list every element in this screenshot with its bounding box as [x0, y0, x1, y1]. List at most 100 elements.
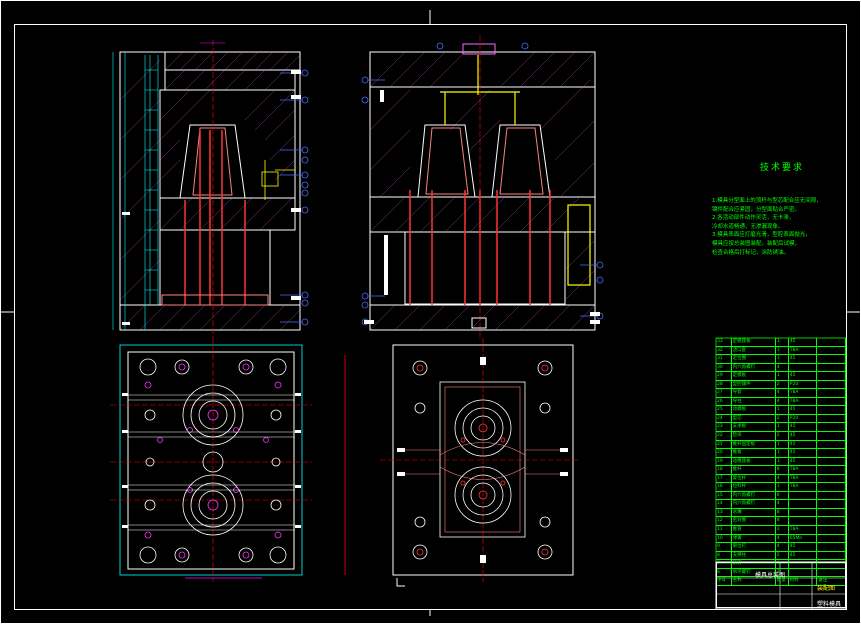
bom-cell: 内六角螺钉	[732, 363, 776, 372]
bom-cell	[817, 423, 846, 432]
bom-row: 26 导柱 4 T8A	[716, 397, 846, 407]
notes-line: 检查合格后打标记，涂防锈油。	[712, 249, 790, 256]
bom-cell	[817, 508, 846, 517]
bom-row: 22 垫块 2 45	[716, 432, 846, 441]
moving-plate-plan-view	[344, 338, 580, 587]
bom-cell: 24	[716, 414, 732, 423]
bom-cell: 垫块	[732, 432, 776, 440]
bom-row: 27 导套 4 T8A	[716, 389, 846, 398]
bom-cell: 29	[716, 372, 732, 380]
bom-cell: 25	[716, 406, 732, 414]
bom-cell: 4	[776, 474, 789, 483]
bom-cell	[817, 500, 846, 508]
bom-cell	[817, 363, 846, 372]
bom-cell: 13	[716, 508, 732, 517]
bom-cell: 2	[776, 414, 789, 423]
bom-cell: 1	[776, 355, 789, 363]
bom-cell: 1	[776, 372, 789, 380]
bom-cell	[789, 517, 818, 526]
bom-cell: 动模板	[732, 406, 776, 414]
bom-cell: 20	[716, 449, 732, 457]
bom-cell	[789, 491, 818, 500]
bom-row: 9 限位钉 4 45	[716, 543, 846, 552]
bom-row: 23 支承板 1 45	[716, 423, 846, 433]
bom-cell	[817, 483, 846, 491]
side-balloons	[361, 42, 604, 326]
bom-cell: 1	[776, 346, 789, 355]
bom-cell: P20	[789, 414, 818, 423]
bom-cell: 2	[776, 551, 789, 560]
bom-cell: 密封圈	[732, 517, 776, 526]
bom-row: 11 推管 2 T8A	[716, 526, 846, 535]
bom-cell	[817, 338, 846, 346]
bom-cell: 31	[716, 355, 732, 363]
bom-cell: 15	[716, 491, 732, 500]
bom-cell	[817, 491, 846, 500]
bom-cell: 4	[776, 500, 789, 508]
front-section-view	[112, 40, 309, 340]
bom-cell: 支撑柱	[732, 551, 776, 560]
drawing-name: 模具总装图	[755, 572, 786, 579]
bom-cell: 33	[716, 338, 732, 346]
bom-cell	[817, 414, 846, 423]
bom-cell: 18	[716, 466, 732, 474]
bom-cell: 导套	[732, 389, 776, 397]
bom-cell: 浇口套	[732, 346, 776, 355]
bom-cell: 26	[716, 397, 732, 406]
notes-line: 模具应按总装图装配，装配后试模，	[712, 240, 801, 247]
bom-cell: 复位杆	[732, 474, 776, 483]
bom-cell: 65Mn	[789, 534, 818, 543]
bom-cell: 45	[789, 432, 818, 440]
bom-cell: P20	[789, 380, 818, 389]
fixed-plate-plan-view	[110, 338, 312, 582]
bom-cell: 23	[716, 423, 732, 432]
bom-cell: 水嘴	[732, 508, 776, 517]
bom-cell	[817, 389, 846, 397]
bom-cell	[817, 355, 846, 363]
bom-cell: 导柱	[732, 397, 776, 406]
bom-cell: 45	[789, 372, 818, 380]
bom-cell: 弹簧	[732, 534, 776, 543]
bom-cell	[817, 449, 846, 457]
bom-cell: 22	[716, 432, 732, 440]
bom-cell	[817, 372, 846, 380]
bom-row: 21 推杆固定板 1 45	[716, 440, 846, 450]
notes-line: 镶件配合应紧固，分型面贴合严密。	[712, 206, 801, 213]
bom-cell: 拉料杆	[732, 483, 776, 491]
bom-cell	[817, 397, 846, 406]
bom-row: 32 浇口套 1 T8A	[716, 346, 846, 356]
bom-cell: 型芯	[732, 414, 776, 423]
bom-row: 15 内六角螺钉 6	[716, 491, 846, 501]
bom-cell: 推板	[732, 449, 776, 457]
bom-cell: 4	[776, 363, 789, 372]
bom-cell: 推管	[732, 526, 776, 534]
bom-cell: 定位圈	[732, 355, 776, 363]
bom-cell	[789, 500, 818, 508]
bom-cell: T8A	[789, 397, 818, 406]
bom-row: 20 推板 1 45	[716, 449, 846, 458]
bom-row: 16 拉料杆 1 T8A	[716, 483, 846, 492]
bom-cell: 定模座板	[732, 338, 776, 346]
bom-cell	[817, 466, 846, 474]
bill-of-materials: 33 定模座板 1 45 32 浇口套 1 T8A 31 定位圈 1 45 30 内六角螺钉 4 29 定模板 1…	[716, 338, 846, 586]
bom-cell: 4	[776, 389, 789, 397]
bom-cell: 21	[716, 440, 732, 449]
bom-cell: 1	[776, 423, 789, 432]
bom-cell: 30	[716, 363, 732, 372]
bom-cell: 14	[716, 500, 732, 508]
bom-cell	[817, 474, 846, 483]
bom-cell: 推杆	[732, 466, 776, 474]
bom-cell	[817, 440, 846, 449]
bom-cell	[817, 346, 846, 355]
notes-line: 2.各活动部件动作灵活，无卡滞，	[712, 215, 795, 222]
bom-cell	[817, 534, 846, 543]
bom-row: 29 定模板 1 45	[716, 372, 846, 381]
bom-cell: 45	[789, 423, 818, 432]
bom-cell	[817, 526, 846, 534]
bom-cell: 9	[716, 543, 732, 551]
side-hatch	[369, 51, 596, 331]
bom-cell: 型腔镶件	[732, 380, 776, 389]
bom-cell: 45	[789, 355, 818, 363]
bom-cell: 10	[716, 534, 732, 543]
bom-cell: 8	[776, 466, 789, 474]
